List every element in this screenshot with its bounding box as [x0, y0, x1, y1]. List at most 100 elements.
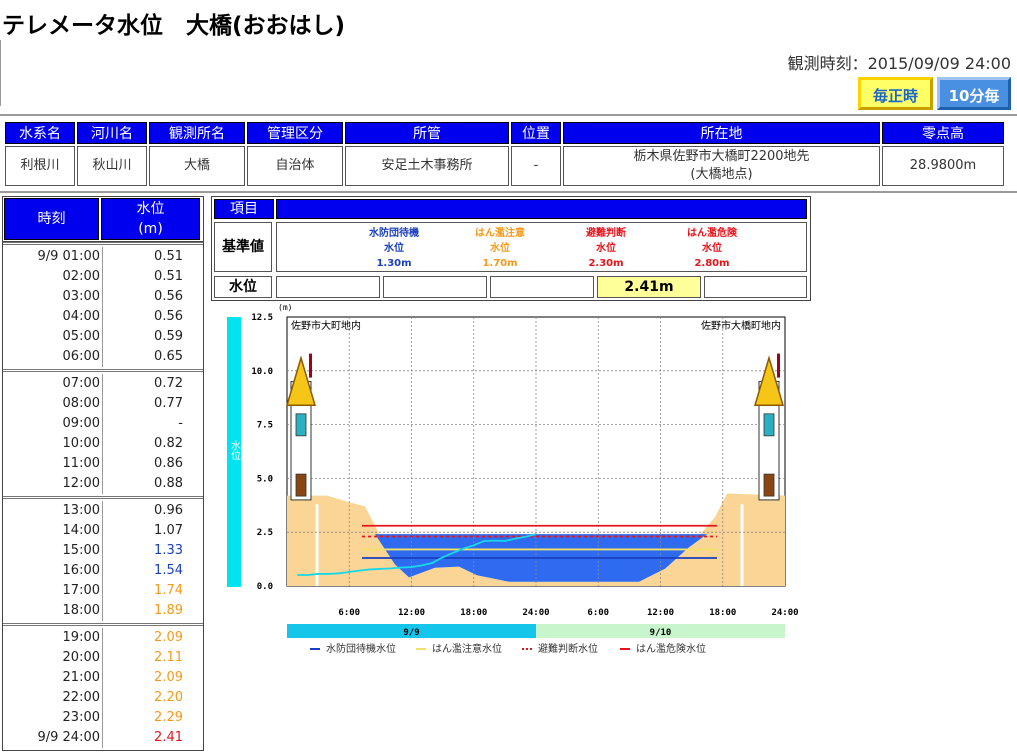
table-row: 16:00 1.54	[3, 561, 203, 581]
header-water-system: 水系名	[5, 122, 75, 144]
row-level: 0.56	[154, 289, 183, 304]
header-position: 位置	[511, 122, 561, 144]
house-chimney	[777, 353, 780, 378]
level-cell-danger	[704, 276, 807, 298]
chart-svg: 水位 (m) 佐野市大町地内 佐野市大橋町地内 0.0 2.5 5.0 7.5 10.0 12.5…	[227, 303, 799, 655]
location-note: (大橋地点)	[690, 167, 753, 182]
standard-danger-value: 2.80m	[694, 258, 730, 269]
table-row: 05:00 0.59	[3, 327, 203, 347]
row-level: 1.74	[154, 583, 183, 598]
time-column-header: 時刻	[4, 198, 99, 240]
y-tick-label: 10.0	[251, 367, 273, 377]
level-cell-standby	[276, 276, 380, 298]
standard-danger: はん濫危険 水位 2.80m	[667, 226, 757, 271]
row-level: 2.09	[154, 670, 183, 685]
legend-label: 水防団待機水位	[326, 642, 396, 655]
house-window	[295, 413, 307, 437]
row-level: 0.88	[154, 476, 183, 491]
observation-time: 観測時刻：2015/09/09 24:00	[787, 54, 1011, 73]
row-time: 05:00	[3, 327, 103, 347]
legend-label: はん濫注意水位	[432, 642, 502, 655]
y-tick-label: 7.5	[257, 421, 273, 431]
standard-values: 水防団待機 水位 1.30m はん濫注意 水位 1.70m 避難判断 水位 2.…	[276, 222, 807, 272]
left-divider	[0, 40, 1, 106]
table-row: 22:00 2.20	[3, 688, 203, 708]
water-level-rows: 9/9 01:00 0.51 02:00 0.51 03:00 0.56 04:00 0.56…	[3, 242, 203, 750]
table-row: 9/9 01:00 0.51	[3, 247, 203, 267]
row-level: 2.20	[154, 690, 183, 705]
table-row: 06:00 0.65	[3, 347, 203, 367]
row-level: 0.86	[154, 456, 183, 471]
row-time: 20:00	[3, 648, 103, 668]
row-level: 0.77	[154, 396, 183, 411]
table-row: 20:00 2.11	[3, 648, 203, 668]
hourly-button[interactable]: 毎正時	[858, 77, 933, 110]
table-row: 04:00 0.56	[3, 307, 203, 327]
table-row: 07:00 0.72	[3, 374, 203, 394]
standard-standby-name: 水防団待機	[369, 228, 419, 239]
row-time: 15:00	[3, 541, 103, 561]
header-location: 所在地	[563, 122, 880, 144]
row-level: 2.29	[154, 710, 183, 725]
y-unit-label: (m)	[278, 303, 292, 312]
house-door	[763, 473, 775, 497]
house-window	[763, 413, 775, 437]
table-row: 15:00 1.33	[3, 541, 203, 561]
row-level: 0.51	[154, 269, 183, 284]
standard-evacuation-sub: 水位	[596, 243, 616, 254]
current-level-cell: 2.41m	[597, 276, 701, 298]
table-row: 18:00 1.89	[3, 601, 203, 621]
legend-label: はん濫危険水位	[636, 642, 706, 655]
row-time: 21:00	[3, 668, 103, 688]
y-tick-label: 5.0	[257, 474, 273, 484]
row-time: 10:00	[3, 434, 103, 454]
location-address: 栃木県佐野市大橋町2200地先	[633, 149, 810, 164]
row-level: 0.59	[154, 329, 183, 344]
level-column-unit: (m)	[138, 221, 163, 237]
table-row: 02:00 0.51	[3, 267, 203, 287]
row-group: 19:00 2.09 20:00 2.11 21:00 2.09 22:00 2.20 23:0…	[3, 623, 203, 750]
row-time: 9/9 01:00	[3, 247, 103, 267]
standard-evacuation-name: 避難判断	[586, 228, 626, 239]
row-time: 07:00	[3, 374, 103, 394]
house-chimney	[309, 353, 312, 378]
management-value: 自治体	[247, 146, 343, 186]
standard-standby-value: 1.30m	[376, 258, 412, 269]
y-axis-label: 水位	[229, 440, 241, 460]
standard-danger-sub: 水位	[702, 243, 722, 254]
standard-standby: 水防団待機 水位 1.30m	[349, 226, 439, 271]
table-row: 09:00 -	[3, 414, 203, 434]
left-bank-label: 佐野市大町地内	[291, 319, 361, 332]
row-time: 22:00	[3, 688, 103, 708]
row-level: 1.54	[154, 563, 183, 578]
house-door	[295, 473, 307, 497]
divider	[0, 191, 1017, 193]
row-level: 1.33	[154, 543, 183, 558]
table-row: 12:00 0.88	[3, 474, 203, 494]
header-river: 河川名	[77, 122, 147, 144]
x-tick-label: 6:00	[587, 608, 609, 618]
row-level: 0.56	[154, 309, 183, 324]
table-row: 14:00 1.07	[3, 521, 203, 541]
row-time: 14:00	[3, 521, 103, 541]
table-row: 11:00 0.86	[3, 454, 203, 474]
table-row: 17:00 1.74	[3, 581, 203, 601]
standard-caution: はん濫注意 水位 1.70m	[455, 226, 545, 271]
water-system-value: 利根川	[5, 146, 75, 186]
x-tick-label: 24:00	[771, 608, 798, 618]
row-group: 9/9 01:00 0.51 02:00 0.51 03:00 0.56 04:00 0.56…	[3, 242, 203, 369]
x-tick-label: 12:00	[398, 608, 425, 618]
legend-label: 避難判断水位	[538, 642, 598, 655]
table-row: 10:00 0.82	[3, 434, 203, 454]
x-tick-label: 12:00	[647, 608, 674, 618]
standard-label: 基準値	[214, 222, 272, 272]
date-bar-label: 9/9	[403, 628, 419, 638]
zero-height-value: 28.9800m	[882, 146, 1004, 186]
criteria-panel: 項目 基準値 水防団待機 水位 1.30m はん濫注意 水位 1.70m 避難判…	[211, 196, 811, 301]
row-time: 09:00	[3, 414, 103, 434]
standard-caution-value: 1.70m	[482, 258, 518, 269]
y-tick-label: 2.5	[257, 528, 273, 538]
table-row: 9/9 24:00 2.41	[3, 728, 203, 748]
ten-minute-button[interactable]: 10分毎	[937, 77, 1011, 110]
row-level: 2.09	[154, 630, 183, 645]
